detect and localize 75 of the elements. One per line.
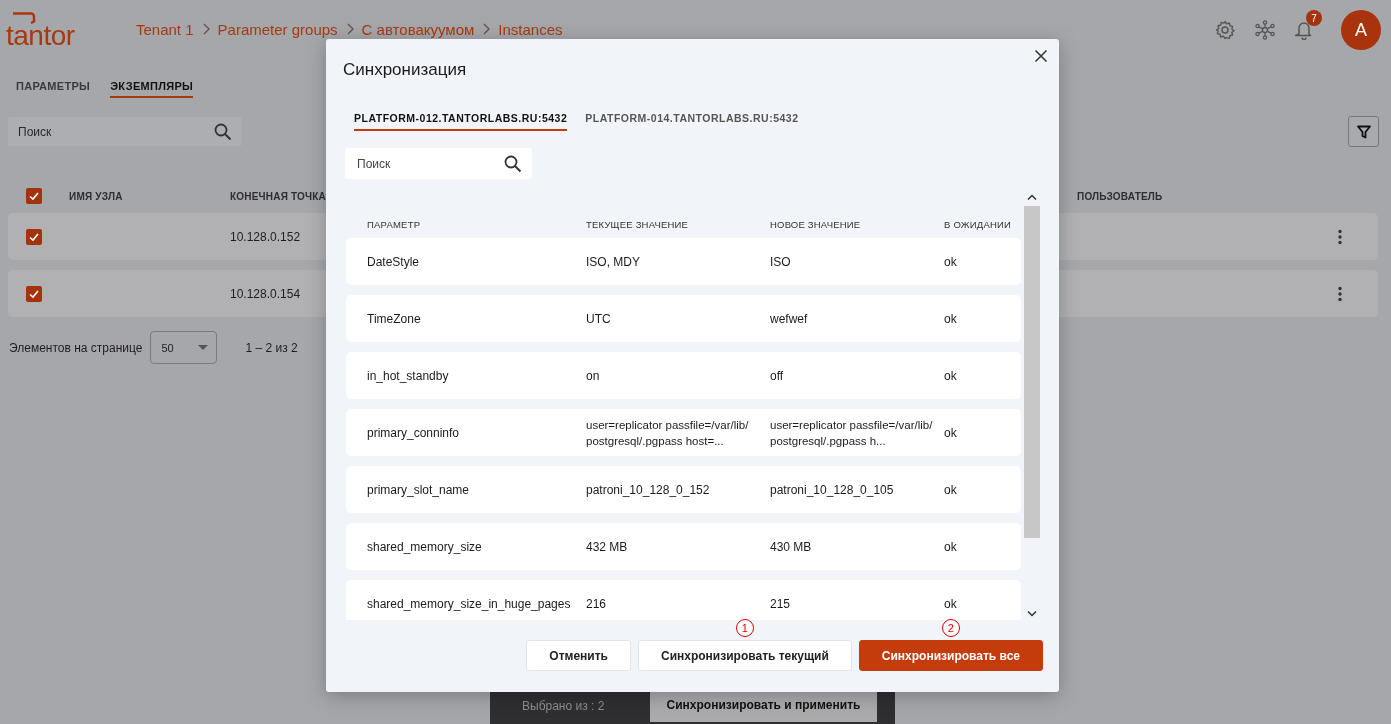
user-avatar[interactable]: A [1341,10,1381,50]
page-size-label: Элементов на странице [9,340,143,355]
network-nodes-icon[interactable] [1255,20,1275,40]
table-cell-text: ISO, MDY [586,254,641,269]
table-cell-text: ok [944,539,958,554]
table-cell-text: ok [944,254,958,269]
table-cell-text: ok [944,368,958,383]
table-cell-text: DateStyle [367,254,421,269]
table-cell-text: 432 MB [586,539,629,554]
chevron-down-icon [1027,611,1037,617]
kebab-menu-icon[interactable] [1338,228,1342,245]
primary-button[interactable]: Синхронизировать все [858,640,1043,671]
row-checkbox[interactable] [26,285,42,302]
host-tab[interactable]: PLATFORM-012.TANTORLABS.RU:5432 [354,112,568,131]
kebab-menu-icon[interactable] [1338,285,1342,302]
column-header: ТЕКУЩЕЕ ЗНАЧЕНИЕ [586,218,690,230]
table-cell-text: 10.128.0.152 [230,229,302,244]
annotation-marker: 2 [941,619,960,637]
table-cell-text: 10.128.0.154 [230,286,302,301]
chevron-right-icon [345,23,354,35]
page-range: 1 – 2 из 2 [245,340,298,355]
column-header: ПАРАМЕТР [367,218,422,230]
column-header: КОНЕЧНАЯ ТОЧКА [230,190,326,202]
column-header: ИМЯ УЗЛА [69,190,123,202]
dialog-title: Синхронизация [343,60,468,80]
logo-text: tantor [6,24,75,48]
secondary-button[interactable]: Отменить [526,640,631,671]
secondary-button[interactable]: Синхронизировать текущий [638,640,852,671]
settings-icon[interactable] [1215,20,1235,40]
table-cell-text: wefwef [770,311,809,326]
table-cell-text: shared_memory_size [367,539,483,554]
row-checkbox[interactable] [26,228,42,245]
table-cell-text: UTC [586,311,612,326]
close-icon[interactable] [1034,49,1048,63]
chevron-right-icon [201,23,210,35]
table-cell-text: 430 MB [770,539,813,554]
filter-button[interactable] [1348,116,1379,147]
table-cell-text: in_hot_standby [367,368,450,383]
table-cell-text: on [586,368,601,383]
table-cell-text: primary_slot_name [367,482,471,497]
table-cell-text: 216 [586,596,608,611]
table-cell-text: ok [944,311,958,326]
table-cell-text: TimeZone [367,311,422,326]
filter-icon [1356,124,1371,139]
search-icon [214,122,232,141]
chevron-up-icon [1027,194,1037,200]
bell-icon[interactable] [1295,20,1313,40]
tab[interactable]: ЭКЗЕМПЛЯРЫ [110,80,194,98]
page-size-select[interactable]: 50 [150,331,218,364]
search-icon [504,154,522,173]
table-cell-text: ok [944,425,958,440]
notification-badge: 7 [1306,10,1322,26]
table-cell-text: primary_conninfo [367,425,461,440]
table-cell-text: patroni_10_128_0_105 [770,482,895,497]
select-all-checkbox[interactable] [26,188,42,204]
table-cell-text: user=replicator passfile=/var/lib/postgresql/.pgpass h... [770,417,934,449]
column-header: НОВОЕ ЗНАЧЕНИЕ [770,218,862,230]
annotation-marker: 1 [735,619,754,637]
search-field[interactable]: Поиск [8,117,242,146]
tab[interactable]: ПАРАМЕТРЫ [16,80,91,98]
table-cell-text: 215 [770,596,792,611]
table-cell-text: ok [944,596,958,611]
caret-down-icon [198,345,209,350]
table-cell-text: user=replicator passfile=/var/lib/postgresql/.pgpass host=... [586,417,750,449]
column-header: ПОЛЬЗОВАТЕЛЬ [1077,190,1163,202]
host-tab[interactable]: PLATFORM-014.TANTORLABS.RU:5432 [585,112,799,131]
table-cell-text: ISO [770,254,792,269]
search-field[interactable]: Поиск [345,148,532,179]
table-cell-text: off [770,368,785,383]
table-cell-text: ok [944,482,958,497]
table-cell-text: patroni_10_128_0_152 [586,482,711,497]
chevron-right-icon [482,23,491,35]
column-header: В ОЖИДАНИИ [944,218,1013,230]
selection-count: Выбрано из : 2 [522,698,605,715]
table-cell-text: shared_memory_size_in_huge_pages [367,596,572,611]
